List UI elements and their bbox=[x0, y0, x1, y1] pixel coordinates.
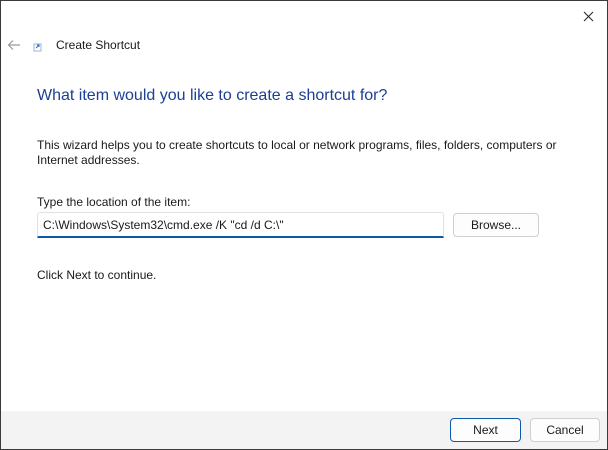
next-button[interactable]: Next bbox=[450, 418, 521, 442]
location-label: Type the location of the item: bbox=[37, 195, 191, 209]
browse-button[interactable]: Browse... bbox=[453, 213, 539, 237]
close-icon bbox=[583, 11, 593, 21]
create-shortcut-window: Create Shortcut What item would you like… bbox=[0, 0, 608, 450]
cancel-button[interactable]: Cancel bbox=[530, 418, 600, 442]
back-arrow-icon bbox=[7, 40, 20, 50]
location-input[interactable] bbox=[37, 212, 444, 238]
window-title: Create Shortcut bbox=[56, 38, 141, 52]
page-heading: What item would you like to create a sho… bbox=[37, 87, 388, 104]
wizard-description: This wizard helps you to create shortcut… bbox=[37, 138, 557, 167]
continue-hint: Click Next to continue. bbox=[37, 268, 157, 282]
back-button[interactable] bbox=[5, 36, 23, 54]
shortcut-app-icon bbox=[31, 39, 45, 53]
wizard-footer: Next Cancel bbox=[1, 411, 607, 449]
close-button[interactable] bbox=[575, 5, 601, 27]
